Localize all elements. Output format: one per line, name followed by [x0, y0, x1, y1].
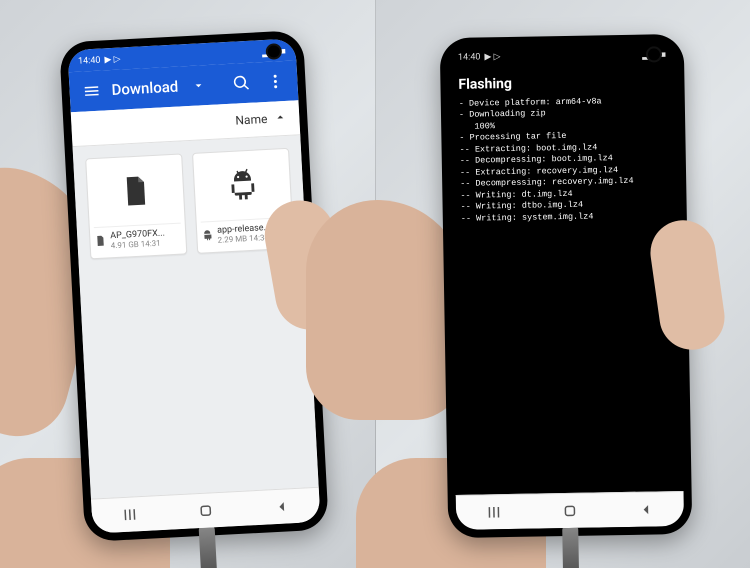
- appbar-title[interactable]: Download: [111, 78, 179, 99]
- file-meta: 4.91 GB 14:31: [111, 239, 166, 251]
- recents-button[interactable]: [473, 495, 514, 530]
- hamburger-menu-icon[interactable]: [77, 76, 106, 105]
- chevron-up-icon: [273, 109, 288, 127]
- chevron-down-icon[interactable]: [183, 71, 212, 100]
- file-tile[interactable]: AP_G970FX... 4.91 GB 14:31: [85, 153, 187, 258]
- status-indicator-icons: ▶ ▷: [104, 55, 121, 66]
- hand: [306, 200, 466, 420]
- file-icon: [118, 173, 154, 213]
- photo-right: 14:40 ▶ ▷ ▂ ▆ ■ Flashing - Device platfo…: [375, 0, 750, 568]
- status-time: 14:40: [457, 52, 480, 62]
- status-indicator-icons: ▶ ▷: [484, 52, 500, 62]
- sort-label: Name: [235, 112, 268, 128]
- status-bar: 14:40 ▶ ▷ ▂ ▆ ■: [447, 42, 675, 68]
- flashing-screen: 14:40 ▶ ▷ ▂ ▆ ■ Flashing - Device platfo…: [447, 42, 683, 530]
- android-icon: [201, 226, 214, 246]
- back-button[interactable]: [625, 492, 666, 527]
- camera-punch-hole: [645, 46, 661, 62]
- home-button[interactable]: [549, 494, 590, 529]
- usb-cable: [199, 525, 218, 568]
- navigation-bar: [455, 491, 684, 530]
- flashing-heading: Flashing: [458, 72, 666, 95]
- status-time: 14:40: [78, 56, 101, 67]
- recents-button[interactable]: [109, 497, 151, 533]
- overflow-menu-icon[interactable]: [261, 67, 290, 96]
- terminal-output: Flashing - Device platform: arm64-v8a- D…: [448, 64, 683, 495]
- camera-punch-hole: [265, 43, 282, 60]
- file-icon: [94, 232, 107, 252]
- back-button[interactable]: [261, 489, 303, 525]
- file-meta: 2.29 MB 14:34: [217, 233, 271, 245]
- home-button[interactable]: [185, 493, 227, 529]
- search-icon[interactable]: [227, 69, 256, 98]
- android-icon: [224, 167, 260, 207]
- file-grid: AP_G970FX... 4.91 GB 14:31: [73, 135, 319, 498]
- usb-cable: [562, 526, 579, 568]
- scene: 14:40 ▶ ▷ ▂ ▆ ■ Download: [0, 0, 750, 568]
